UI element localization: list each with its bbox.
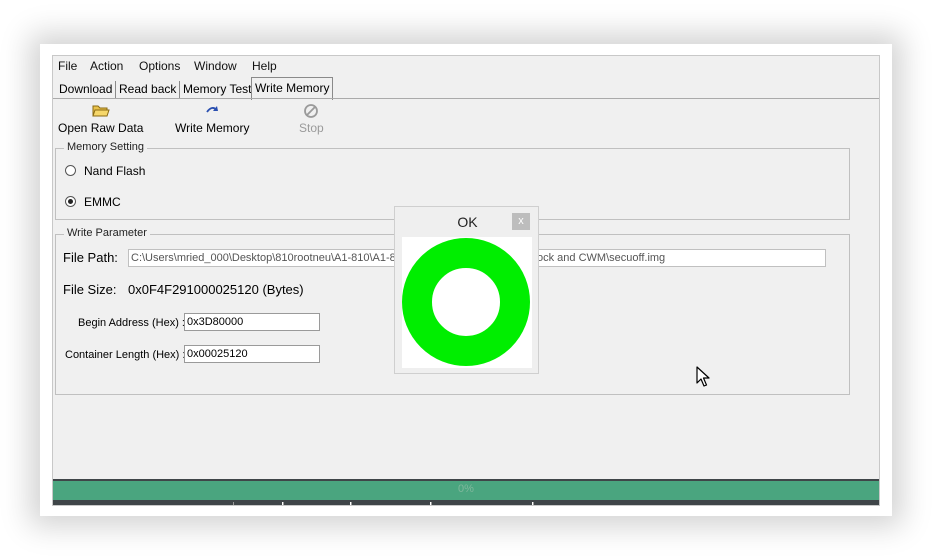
- progress-bar: 0%: [53, 481, 879, 500]
- tab-download[interactable]: Download: [56, 81, 117, 98]
- status-panel: [533, 502, 879, 505]
- progress-text: 0%: [458, 483, 474, 495]
- stop-button[interactable]: Stop: [299, 103, 324, 135]
- close-button[interactable]: x: [512, 213, 530, 230]
- file-path-value: C:\Users\mried_000\Desktop\810rootneu\A1…: [131, 252, 396, 264]
- write-memory-button[interactable]: Write Memory: [175, 103, 249, 135]
- write-memory-icon: [175, 103, 249, 121]
- write-parameter-legend: Write Parameter: [64, 227, 150, 239]
- status-panels: [53, 502, 879, 505]
- file-path-label: File Path:: [63, 250, 118, 265]
- menu-bar: File Action Options Window Help: [53, 56, 879, 76]
- emmc-label: EMMC: [84, 195, 121, 209]
- menu-action[interactable]: Action: [90, 59, 123, 73]
- status-panel: [233, 502, 283, 505]
- tab-memory-test[interactable]: Memory Test: [180, 81, 256, 98]
- begin-address-label: Begin Address (Hex) :: [78, 317, 185, 329]
- begin-address-input[interactable]: 0x3D80000: [184, 313, 320, 331]
- tab-write-memory[interactable]: Write Memory: [251, 77, 334, 100]
- ok-popup: OK x: [394, 206, 539, 374]
- status-panel: [283, 502, 351, 505]
- mouse-cursor-icon: [696, 366, 710, 393]
- emmc-radio-dot: [65, 196, 76, 207]
- open-raw-data-button[interactable]: Open Raw Data: [58, 103, 143, 135]
- memory-setting-legend: Memory Setting: [64, 141, 148, 153]
- status-panel: [431, 502, 533, 505]
- nand-flash-radio[interactable]: Nand Flash: [65, 164, 145, 178]
- container-length-label: Container Length (Hex) :: [65, 349, 186, 361]
- tab-divider: [53, 98, 879, 99]
- container-length-input[interactable]: 0x00025120: [184, 345, 320, 363]
- status-panel: [351, 502, 431, 505]
- emmc-radio[interactable]: EMMC: [65, 195, 121, 209]
- menu-options[interactable]: Options: [139, 59, 180, 73]
- green-ring-image: [402, 238, 530, 366]
- open-folder-icon: [58, 103, 143, 121]
- open-raw-data-label: Open Raw Data: [58, 121, 144, 135]
- popup-image-panel: [402, 237, 532, 368]
- menu-file[interactable]: File: [58, 59, 77, 73]
- stop-icon: [299, 103, 324, 121]
- menu-window[interactable]: Window: [194, 59, 237, 73]
- file-path-tail: ock and CWM\secuoff.img: [537, 252, 666, 264]
- file-size-value: 0x0F4F291000025120 (Bytes): [128, 282, 304, 297]
- file-size-label: File Size:: [63, 282, 117, 297]
- tab-bar: Download Read back Memory Test Write Mem…: [53, 77, 879, 100]
- nand-flash-radio-dot: [65, 165, 76, 176]
- menu-help[interactable]: Help: [252, 59, 277, 73]
- write-memory-label: Write Memory: [175, 121, 250, 135]
- nand-flash-label: Nand Flash: [84, 164, 146, 178]
- stop-label: Stop: [299, 121, 324, 135]
- tab-read-back[interactable]: Read back: [116, 81, 181, 98]
